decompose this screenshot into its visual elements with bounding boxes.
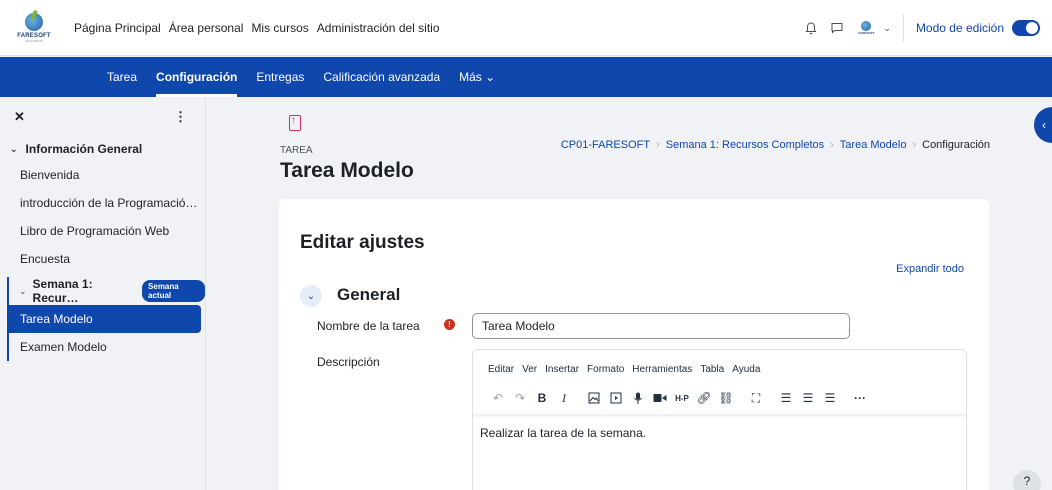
section-general-title: General (337, 285, 401, 304)
breadcrumb-activity[interactable]: Tarea Modelo (840, 139, 907, 151)
course-index-drawer: ✕ ⋮ ⌄ Información General Bienvenida int… (0, 97, 206, 490)
more-icon[interactable]: ··· (849, 387, 871, 409)
chevron-down-icon[interactable]: ⌄ (883, 23, 891, 34)
logo-mark-icon (25, 12, 43, 31)
form-heading: Editar ajustes (300, 232, 425, 253)
chevron-right-icon: › (830, 139, 834, 151)
bold-icon[interactable]: B (531, 387, 553, 409)
tab-mas[interactable]: Más ⌄ (459, 57, 495, 97)
nav-dashboard[interactable]: Área personal (169, 21, 244, 35)
drawer-item-bienvenida[interactable]: Bienvenida (0, 161, 200, 189)
editor-menubar: Editar Ver Insertar Formato Herramientas… (488, 364, 768, 375)
nav-home[interactable]: Página Principal (74, 21, 161, 35)
kebab-menu-icon[interactable]: ⋮ (174, 109, 187, 125)
unlink-icon[interactable]: ⛓︎ (715, 387, 737, 409)
menu-editar[interactable]: Editar (488, 364, 514, 375)
fullscreen-icon[interactable]: ⛶ (745, 387, 767, 409)
link-icon[interactable]: 🔗︎ (693, 387, 715, 409)
expand-all-link[interactable]: Expandir todo (896, 263, 964, 275)
drawer-item-examen-modelo[interactable]: Examen Modelo (7, 333, 205, 361)
menu-insertar[interactable]: Insertar (545, 364, 579, 375)
h5p-icon[interactable]: H-P (671, 387, 693, 409)
align-center-icon[interactable]: ☰ (797, 387, 819, 409)
editor-toolbar: ↶ ↷ B I H-P 🔗︎ ⛓︎ ⛶ ☰ ☰ ☰ ··· (487, 387, 871, 409)
description-label: Descripción (317, 355, 380, 369)
tab-tarea[interactable]: Tarea (107, 57, 137, 97)
activity-type-label: TAREA (280, 145, 313, 156)
description-text[interactable]: Realizar la tarea de la semana. (480, 426, 646, 440)
collapse-general-button[interactable]: ⌄ (300, 285, 322, 307)
current-week-badge: Semana actual (142, 280, 205, 302)
secondary-nav: Tarea Configuración Entregas Calificació… (0, 57, 1052, 97)
menu-ayuda[interactable]: Ayuda (732, 364, 760, 375)
toolbar-divider (473, 414, 966, 418)
logo-subtext: SOLUTIONS (25, 38, 43, 43)
nav-site-admin[interactable]: Administración del sitio (317, 21, 440, 35)
chevron-down-icon[interactable]: ⌄ (10, 144, 18, 155)
tab-calificacion-avanzada[interactable]: Calificación avanzada (323, 57, 440, 97)
chevron-left-icon: ‹ (1042, 118, 1046, 132)
align-right-icon[interactable]: ☰ (819, 387, 841, 409)
microphone-icon[interactable] (627, 387, 649, 409)
align-left-icon[interactable]: ☰ (775, 387, 797, 409)
menu-tabla[interactable]: Tabla (700, 364, 724, 375)
drawer-item-tarea-modelo[interactable]: Tarea Modelo (7, 305, 201, 333)
breadcrumb: CP01-FARESOFT › Semana 1: Recursos Compl… (561, 139, 990, 151)
settings-form-card: Editar ajustes Expandir todo ⌄ General N… (279, 199, 989, 490)
chat-icon[interactable] (829, 20, 845, 36)
menu-formato[interactable]: Formato (587, 364, 624, 375)
image-icon[interactable] (583, 387, 605, 409)
main-content: TAREA Tarea Modelo CP01-FARESOFT › Seman… (207, 97, 1052, 490)
site-logo[interactable]: FARESOFT SOLUTIONS (14, 6, 54, 50)
chevron-right-icon: › (912, 139, 917, 151)
video-camera-icon[interactable] (649, 387, 671, 409)
user-avatar[interactable]: FARESOFT (855, 17, 877, 39)
chevron-down-icon[interactable]: ⌄ (19, 286, 27, 297)
assignment-name-input[interactable] (472, 313, 850, 339)
menu-ver[interactable]: Ver (522, 364, 537, 375)
tab-configuracion[interactable]: Configuración (156, 57, 238, 97)
top-navbar: FARESOFT SOLUTIONS Página Principal Área… (0, 0, 1052, 56)
section-label: Semana 1: Recur… (32, 277, 93, 305)
tab-entregas[interactable]: Entregas (256, 57, 304, 97)
nav-my-courses[interactable]: Mis cursos (251, 21, 308, 35)
divider (902, 14, 904, 42)
description-editor: Editar Ver Insertar Formato Herramientas… (472, 349, 967, 490)
page-title: Tarea Modelo (280, 159, 414, 182)
edit-mode-toggle[interactable] (1012, 20, 1040, 36)
italic-icon[interactable]: I (553, 387, 575, 409)
breadcrumb-current: Configuración (922, 139, 990, 151)
chevron-down-icon: ⌄ (306, 290, 316, 302)
close-icon[interactable]: ✕ (14, 109, 25, 125)
redo-icon[interactable]: ↷ (509, 387, 531, 409)
open-block-drawer-button[interactable]: ‹ (1034, 107, 1052, 143)
media-icon[interactable] (605, 387, 627, 409)
section-semana-1[interactable]: ⌄ Semana 1: Recur… Semana actual (7, 277, 205, 305)
bell-icon[interactable] (803, 20, 819, 36)
undo-icon[interactable]: ↶ (487, 387, 509, 409)
drawer-header: ✕ ⋮ (0, 97, 205, 137)
avatar-logo-text: FARESOFT (858, 31, 875, 35)
edit-mode-label: Modo de edición (915, 21, 1004, 35)
chevron-right-icon: › (656, 139, 660, 151)
assignment-icon (289, 115, 301, 131)
drawer-item-encuesta[interactable]: Encuesta (0, 245, 200, 273)
user-menu-area: FARESOFT ⌄ Modo de edición (803, 0, 1052, 56)
section-label: Información General (25, 142, 143, 156)
breadcrumb-section[interactable]: Semana 1: Recursos Completos (666, 139, 824, 151)
required-icon: ! (444, 319, 455, 330)
drawer-item-libro[interactable]: Libro de Programación Web (0, 217, 200, 245)
avatar-logo-icon (861, 21, 872, 31)
name-label: Nombre de la tarea (317, 319, 420, 333)
primary-nav: Página Principal Área personal Mis curso… (74, 21, 448, 35)
section-informacion-general[interactable]: ⌄ Información General (0, 137, 205, 161)
help-button[interactable]: ? (1013, 470, 1041, 490)
menu-herramientas[interactable]: Herramientas (632, 364, 692, 375)
drawer-item-introduccion[interactable]: introducción de la Programación… (0, 189, 200, 217)
breadcrumb-course[interactable]: CP01-FARESOFT (561, 139, 650, 151)
